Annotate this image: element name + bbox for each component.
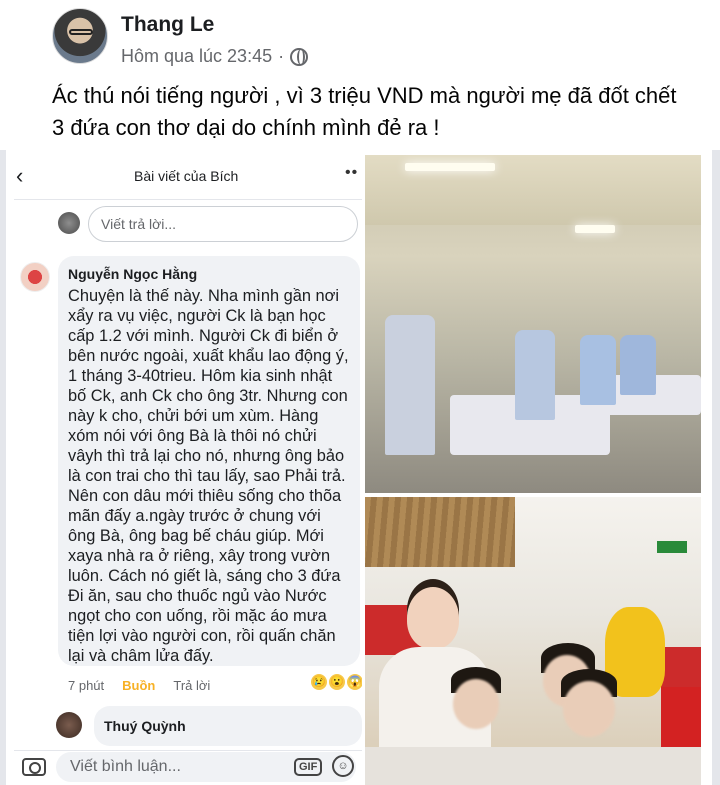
back-arrow-icon[interactable]: ‹ <box>16 163 23 189</box>
meta-separator: · <box>278 46 285 66</box>
comment-bubble: Nguyễn Ngọc Hằng Chuyện là thế này. Nha … <box>58 256 360 666</box>
screenshot-top-bar: ‹ Bài viết của Bích •• <box>14 152 362 200</box>
wow-emoji-icon: 😮 <box>328 673 346 691</box>
child-face-blurred <box>563 681 615 737</box>
comment-time: 7 phút <box>68 678 105 693</box>
commenter-name[interactable]: Nguyễn Ngọc Hằng <box>68 266 352 282</box>
embedded-screenshot: ‹ Bài viết của Bích •• Viết trả lời... N… <box>14 152 362 785</box>
hospital-photo[interactable] <box>365 155 701 493</box>
post-header: Thang Le Hôm qua lúc 23:45 · Ác thú nói … <box>0 0 720 150</box>
reply-input[interactable]: Viết trả lời... <box>88 206 358 242</box>
woman-head <box>407 587 459 649</box>
nurse-figure <box>515 330 555 420</box>
screenshot-title: Bài viết của Bích <box>134 168 239 184</box>
red-chair <box>661 687 701 747</box>
reply-author-avatar[interactable] <box>56 712 82 738</box>
sad-reaction-button[interactable]: Buồn <box>122 678 155 693</box>
author-avatar[interactable] <box>52 8 108 64</box>
camera-icon[interactable] <box>22 758 46 776</box>
reaction-summary[interactable]: 😢 😮 😱 <box>310 673 362 691</box>
reply-button[interactable]: Trả lời <box>173 678 210 693</box>
avatar-glasses <box>69 29 93 35</box>
globe-icon[interactable] <box>290 47 309 66</box>
post-timestamp[interactable]: Hôm qua lúc 23:45 <box>121 46 272 67</box>
comment-actions: 7 phút Buồn Trả lời <box>68 678 210 693</box>
scared-emoji-icon: 😱 <box>346 673 362 691</box>
child-face-blurred <box>453 679 499 729</box>
straw-awning <box>365 497 515 567</box>
more-options-icon[interactable]: •• <box>345 164 358 182</box>
nurse-figure <box>580 335 616 405</box>
ceiling-light <box>405 163 495 171</box>
post-meta: Hôm qua lúc 23:45 · <box>121 46 309 67</box>
reply-author-name[interactable]: Thuý Quỳnh <box>104 718 186 734</box>
table <box>365 747 701 785</box>
doctor-figure <box>385 315 435 455</box>
crying-emoji-icon: 😢 <box>310 673 328 691</box>
gif-icon[interactable]: GIF <box>294 758 323 776</box>
exit-sign <box>657 541 687 553</box>
reply-avatar <box>58 212 80 234</box>
ceiling-light <box>575 225 615 233</box>
comment-text: Chuyện là thế này. Nha mình gần nơi xẩy … <box>68 287 349 665</box>
emoji-picker-icon[interactable]: ☺ <box>332 755 354 777</box>
commenter-avatar[interactable] <box>20 262 50 292</box>
nurse-figure <box>620 335 656 395</box>
family-photo[interactable] <box>365 497 701 785</box>
post-text: Ác thú nói tiếng người , vì 3 triệu VND … <box>52 83 677 140</box>
author-name[interactable]: Thang Le <box>121 13 214 37</box>
